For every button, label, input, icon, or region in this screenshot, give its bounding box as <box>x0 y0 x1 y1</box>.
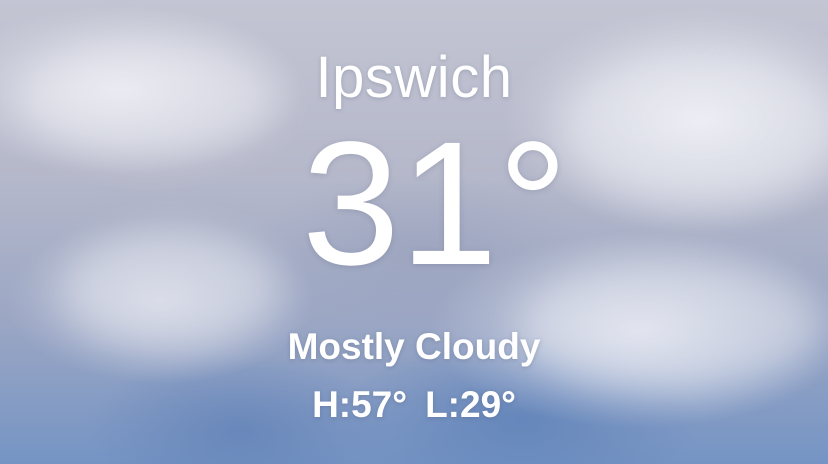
weather-screen: Ipswich 31° Mostly Cloudy H:57° L:29° <box>0 0 828 464</box>
location-name: Ipswich <box>315 45 513 110</box>
high-temperature: H:57° <box>312 384 408 425</box>
weather-condition: Mostly Cloudy <box>287 326 541 367</box>
low-temperature: L:29° <box>425 384 516 425</box>
current-temperature: 31° <box>301 106 569 302</box>
current-weather-header: Ipswich 31° Mostly Cloudy H:57° L:29° <box>0 0 828 464</box>
high-low-temperatures: H:57° L:29° <box>0 384 828 426</box>
